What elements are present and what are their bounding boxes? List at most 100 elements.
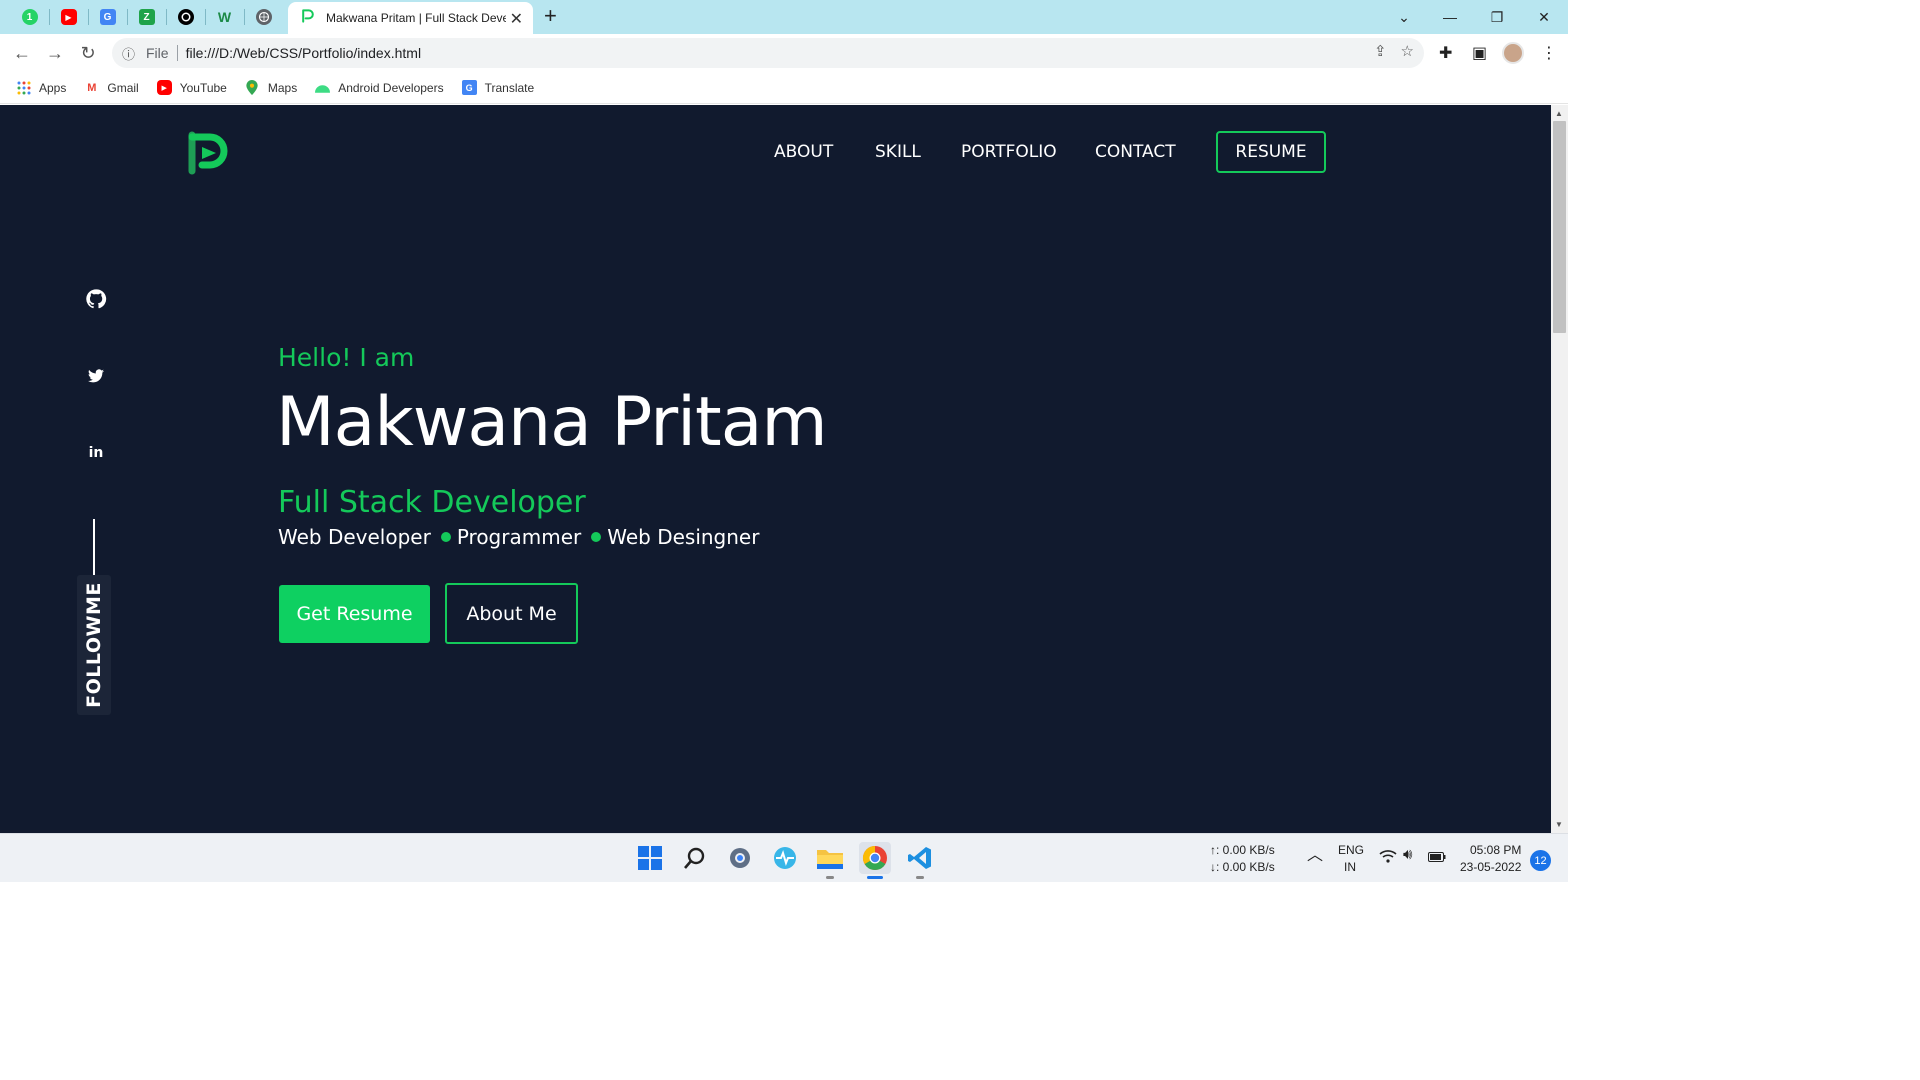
share-icon[interactable]: ⇪	[1374, 42, 1387, 60]
file-explorer-icon[interactable]	[814, 842, 846, 879]
windows-taskbar: ↑: 0.00 KB/s ↓: 0.00 KB/s ︿ ENG IN 🔊︎ 05…	[0, 833, 1568, 882]
github-icon[interactable]	[84, 287, 108, 311]
notification-badge[interactable]: 12	[1530, 850, 1551, 871]
bullet-dot	[591, 532, 602, 542]
new-tab-button[interactable]: +	[544, 3, 557, 29]
search-icon[interactable]	[679, 842, 711, 874]
pinned-tab-youtube[interactable]: ▶	[49, 0, 88, 34]
nav-about[interactable]: ABOUT	[774, 142, 833, 162]
info-icon[interactable]: ⓘ	[122, 44, 142, 63]
site-logo[interactable]	[186, 129, 238, 177]
bookmark-youtube[interactable]: ▶ YouTube	[156, 80, 227, 95]
pinned-tab-translate[interactable]: G	[88, 0, 127, 34]
linkedin-icon[interactable]: in	[84, 441, 108, 465]
net-upload: ↑: 0.00 KB/s	[1210, 843, 1275, 857]
bookmark-label: Gmail	[107, 80, 139, 95]
extensions-puzzle-icon[interactable]: ✚	[1439, 43, 1452, 63]
bullet-dot	[440, 532, 451, 542]
net-download: ↓: 0.00 KB/s	[1210, 860, 1275, 874]
running-indicator	[916, 876, 924, 879]
pinned-tab-globe[interactable]	[244, 0, 283, 34]
tray-chevron-up-icon[interactable]: ︿	[1307, 848, 1323, 864]
hero-role: Full Stack Developer	[278, 485, 586, 520]
volume-icon[interactable]: 🔊︎	[1403, 847, 1412, 863]
clock-time[interactable]: 05:08 PM	[1470, 842, 1521, 858]
bookmark-star-icon[interactable]: ☆	[1401, 42, 1414, 60]
nav-skill[interactable]: SKILL	[875, 142, 921, 162]
about-me-button[interactable]: About Me	[445, 583, 578, 644]
maps-pin-icon	[245, 80, 260, 95]
close-tab-icon[interactable]: ✕	[510, 9, 523, 29]
pinned-tab-shield[interactable]: Z	[127, 0, 166, 34]
tab-active[interactable]: Makwana Pritam | Full Stack Developer ✕	[288, 2, 533, 34]
globe-icon	[255, 9, 272, 25]
activity-icon[interactable]	[769, 842, 801, 874]
browser-toolbar: ← → ↻ ⓘ File file:///D:/Web/CSS/Portfoli…	[0, 34, 1568, 72]
follow-divider	[93, 519, 95, 575]
active-indicator	[867, 876, 883, 879]
bookmark-label: Apps	[39, 80, 67, 95]
scroll-down-arrow-icon[interactable]: ▼	[1555, 820, 1563, 829]
main-nav-portfolio: PORTFOLIO	[961, 131, 1057, 173]
scroll-up-arrow-icon[interactable]: ▲	[1555, 109, 1563, 118]
language-top[interactable]: ENG	[1338, 842, 1364, 858]
get-resume-button[interactable]: Get Resume	[279, 585, 430, 643]
whatsapp-icon: 1	[21, 9, 38, 25]
tag-web-developer: Web Developer	[278, 525, 431, 549]
vscode-icon[interactable]	[904, 842, 936, 879]
wifi-icon[interactable]	[1379, 849, 1397, 867]
tab-title: Makwana Pritam | Full Stack Developer	[326, 11, 506, 25]
chrome-icon[interactable]	[859, 842, 891, 879]
forward-button[interactable]: →	[42, 40, 68, 66]
nav-portfolio[interactable]: PORTFOLIO	[961, 142, 1057, 162]
bookmark-label: Translate	[484, 80, 535, 95]
youtube-icon: ▶	[60, 9, 77, 25]
portfolio-page: ABOUT SKILL PORTFOLIO CONTACT RESUME in …	[0, 105, 1551, 833]
bookmark-maps[interactable]: Maps	[245, 80, 297, 95]
twitter-icon[interactable]	[84, 364, 108, 388]
running-indicator	[826, 876, 834, 879]
site-favicon-icon	[300, 8, 316, 29]
close-window-button[interactable]: ✕	[1521, 0, 1567, 34]
role-tags: Web Developer Programmer Web Desingner	[278, 525, 759, 549]
green-shield-icon: Z	[138, 9, 155, 25]
translate-icon: G	[99, 9, 116, 25]
restore-button[interactable]: ❐	[1474, 0, 1520, 34]
language-bottom[interactable]: IN	[1344, 859, 1356, 875]
bookmark-android[interactable]: Android Developers	[315, 80, 444, 95]
bookmark-apps[interactable]: Apps	[16, 80, 66, 95]
bookmark-label: Maps	[267, 80, 298, 95]
url-text[interactable]: file:///D:/Web/CSS/Portfolio/index.html	[186, 45, 422, 61]
reload-button[interactable]: ↻	[75, 40, 101, 66]
pinned-tab-whatsapp[interactable]: 1	[10, 0, 49, 34]
windows-start-icon[interactable]	[634, 842, 666, 874]
back-button[interactable]: ←	[9, 40, 35, 66]
menu-kebab-icon[interactable]: ⋮	[1541, 43, 1557, 63]
page-scrollbar[interactable]: ▲ ▼	[1551, 105, 1568, 833]
browser-tab-strip: 1 ▶ G Z W Makwana Pritam | Full Stack De…	[0, 0, 1568, 34]
hero-name: Makwana Pritam	[276, 383, 828, 462]
pinned-tabs: 1 ▶ G Z W	[10, 0, 283, 34]
side-panel-icon[interactable]: ▣	[1472, 43, 1487, 63]
settings-icon[interactable]	[724, 842, 756, 874]
scroll-thumb[interactable]	[1553, 121, 1566, 333]
profile-avatar[interactable]	[1502, 42, 1524, 64]
nav-contact[interactable]: CONTACT	[1095, 142, 1176, 162]
pinned-tab-w[interactable]: W	[205, 0, 244, 34]
address-bar[interactable]: ⓘ File file:///D:/Web/CSS/Portfolio/inde…	[112, 38, 1424, 68]
url-scheme: File	[146, 45, 169, 61]
minimize-button[interactable]: —	[1427, 0, 1473, 34]
gmail-icon: M	[87, 81, 97, 94]
youtube-icon: ▶	[156, 80, 172, 95]
clock-date[interactable]: 23-05-2022	[1460, 859, 1521, 875]
bookmark-label: YouTube	[179, 80, 227, 95]
bookmark-gmail[interactable]: M Gmail	[84, 80, 138, 95]
bookmark-translate[interactable]: G Translate	[461, 80, 535, 95]
github-icon	[177, 9, 194, 25]
battery-icon[interactable]	[1428, 850, 1446, 866]
bookmark-label: Android Developers	[338, 80, 444, 95]
greeting: Hello! I am	[278, 343, 415, 372]
pinned-tab-github[interactable]	[166, 0, 205, 34]
resume-button[interactable]: RESUME	[1216, 131, 1326, 173]
tab-search-chevron-icon[interactable]: ⌄	[1381, 0, 1427, 34]
